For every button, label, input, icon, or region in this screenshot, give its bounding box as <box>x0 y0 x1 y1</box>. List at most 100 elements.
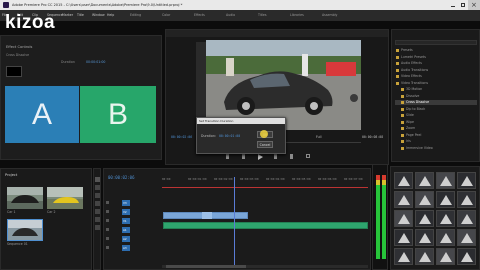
title-preset-thumb[interactable] <box>457 229 476 246</box>
slip-tool-icon[interactable] <box>95 209 100 214</box>
timeline-scrollbar[interactable] <box>162 265 368 268</box>
selection-tool-icon[interactable] <box>95 177 100 182</box>
effects-list-item[interactable]: Dissolve <box>395 94 477 99</box>
title-preset-thumb[interactable] <box>457 172 476 189</box>
effects-list-item[interactable]: Presets <box>395 48 477 53</box>
clip-thumb-car1[interactable] <box>7 187 43 209</box>
razor-tool-icon[interactable] <box>95 201 100 206</box>
menu-title[interactable]: Title <box>77 13 84 17</box>
title-preset-thumb[interactable] <box>436 191 455 208</box>
title-preset-thumb[interactable] <box>415 210 434 227</box>
close-button[interactable]: × <box>468 0 480 10</box>
effects-list-item[interactable]: Wipe <box>395 120 477 125</box>
effects-list-item[interactable]: Page Peel <box>395 133 477 138</box>
effects-item-label: Dissolve <box>406 93 420 98</box>
ripple-tool-icon[interactable] <box>95 193 100 198</box>
workspace-tab-audio[interactable]: Audio <box>226 13 235 17</box>
font-preview-icon <box>398 233 410 243</box>
effects-list-item[interactable]: 3D Motion <box>395 87 477 92</box>
effects-list-item[interactable]: Zoom <box>395 126 477 131</box>
title-preset-thumb[interactable] <box>394 229 413 246</box>
track-header[interactable]: A2 <box>106 235 160 243</box>
insert-icon[interactable] <box>290 154 293 159</box>
dialog-cancel-button[interactable]: Cancel <box>257 141 273 148</box>
effects-list-item[interactable]: Video Effects <box>395 74 477 79</box>
program-timecode-left[interactable]: 00:00:02:06 <box>171 135 192 139</box>
title-preset-thumb[interactable] <box>415 172 434 189</box>
track-header[interactable]: V2 <box>106 208 160 216</box>
folder-icon <box>396 49 399 52</box>
workspace-tab-assembly[interactable]: Assembly <box>322 13 337 17</box>
duration-value[interactable]: 00:00:01:00 <box>86 60 105 64</box>
dialog-duration-label: Duration: <box>201 134 216 138</box>
workspace-tab-color[interactable]: Color <box>162 13 170 17</box>
title-preset-thumb[interactable] <box>394 248 413 265</box>
effects-list-item[interactable]: Dip to Black <box>395 107 477 112</box>
title-preset-thumb[interactable] <box>436 229 455 246</box>
track-header[interactable]: V3 <box>106 199 160 207</box>
menu-window[interactable]: Window <box>92 13 105 17</box>
title-preset-thumb[interactable] <box>394 172 413 189</box>
clip-a-block[interactable]: A <box>5 86 79 143</box>
audio-clip-a1[interactable] <box>163 222 368 229</box>
effects-list-item[interactable]: Iris <box>395 139 477 144</box>
effects-list-item[interactable]: Video Transitions <box>395 81 477 86</box>
title-preset-thumb[interactable] <box>457 210 476 227</box>
export-frame-icon[interactable] <box>306 154 310 158</box>
menu-help[interactable]: Help <box>107 13 114 17</box>
lock-icon[interactable] <box>106 246 109 249</box>
track-header[interactable]: A3 <box>106 244 160 252</box>
track-header[interactable]: A1 <box>106 226 160 234</box>
title-preset-thumb[interactable] <box>415 248 434 265</box>
lock-icon[interactable] <box>106 201 109 204</box>
menu-marker[interactable]: Marker <box>62 13 73 17</box>
step-forward-icon[interactable] <box>274 154 277 159</box>
title-preset-thumb[interactable] <box>457 191 476 208</box>
effect-controls-title[interactable]: Effect Controls <box>6 45 32 49</box>
lock-icon[interactable] <box>106 237 109 240</box>
effects-list-item[interactable]: Cross Dissolve <box>395 100 477 105</box>
mark-in-icon[interactable] <box>226 154 229 159</box>
effects-list-item[interactable]: Immersive Video <box>395 146 477 151</box>
effects-search[interactable] <box>395 40 477 45</box>
play-icon[interactable] <box>258 154 263 160</box>
clip-thumb-sequence[interactable] <box>7 219 43 241</box>
effects-list-item[interactable]: Audio Transitions <box>395 68 477 73</box>
track-select-tool-icon[interactable] <box>95 185 100 190</box>
title-preset-thumb[interactable] <box>394 210 413 227</box>
step-back-icon[interactable] <box>242 154 245 159</box>
title-preset-thumb[interactable] <box>436 172 455 189</box>
clip-thumb-car2[interactable] <box>47 187 83 209</box>
title-preset-thumb[interactable] <box>436 248 455 265</box>
effects-list-item[interactable]: Lumetri Presets <box>395 55 477 60</box>
title-preset-thumb[interactable] <box>457 248 476 265</box>
lock-icon[interactable] <box>106 210 109 213</box>
lock-icon[interactable] <box>106 219 109 222</box>
title-preset-thumb[interactable] <box>394 191 413 208</box>
fit-dropdown[interactable]: Full <box>316 135 321 139</box>
timeline-playhead[interactable] <box>234 177 235 267</box>
transition-marker[interactable] <box>202 212 212 219</box>
timeline-ruler[interactable]: 00:00 00:00:01:00 00:00:02:00 00:00:03:00 00… <box>162 177 368 185</box>
effects-list-item[interactable]: Audio Effects <box>395 61 477 66</box>
workspace-tab-editing[interactable]: Editing <box>130 13 141 17</box>
effects-list-item[interactable]: Slide <box>395 113 477 118</box>
project-title[interactable]: Project <box>5 173 17 177</box>
title-preset-thumb[interactable] <box>436 210 455 227</box>
dialog-duration-field[interactable]: 00:00:01:00 <box>219 134 240 138</box>
title-preset-thumb[interactable] <box>415 191 434 208</box>
work-area-bar[interactable] <box>162 187 368 188</box>
title-preset-thumb[interactable] <box>415 229 434 246</box>
workspace-tab-libraries[interactable]: Libraries <box>290 13 304 17</box>
workspace-tab-effects[interactable]: Effects <box>194 13 205 17</box>
lock-icon[interactable] <box>106 228 109 231</box>
minimize-button[interactable] <box>448 0 458 10</box>
maximize-button[interactable] <box>458 0 468 10</box>
clip-b-block[interactable]: B <box>80 86 156 143</box>
timeline-timecode[interactable]: 00:00:02:06 <box>108 176 135 180</box>
workspace-tab-titles[interactable]: Titles <box>258 13 267 17</box>
track-header[interactable]: V1 <box>106 217 160 225</box>
hand-tool-icon[interactable] <box>95 225 100 230</box>
meter-right <box>382 175 386 259</box>
pen-tool-icon[interactable] <box>95 217 100 222</box>
